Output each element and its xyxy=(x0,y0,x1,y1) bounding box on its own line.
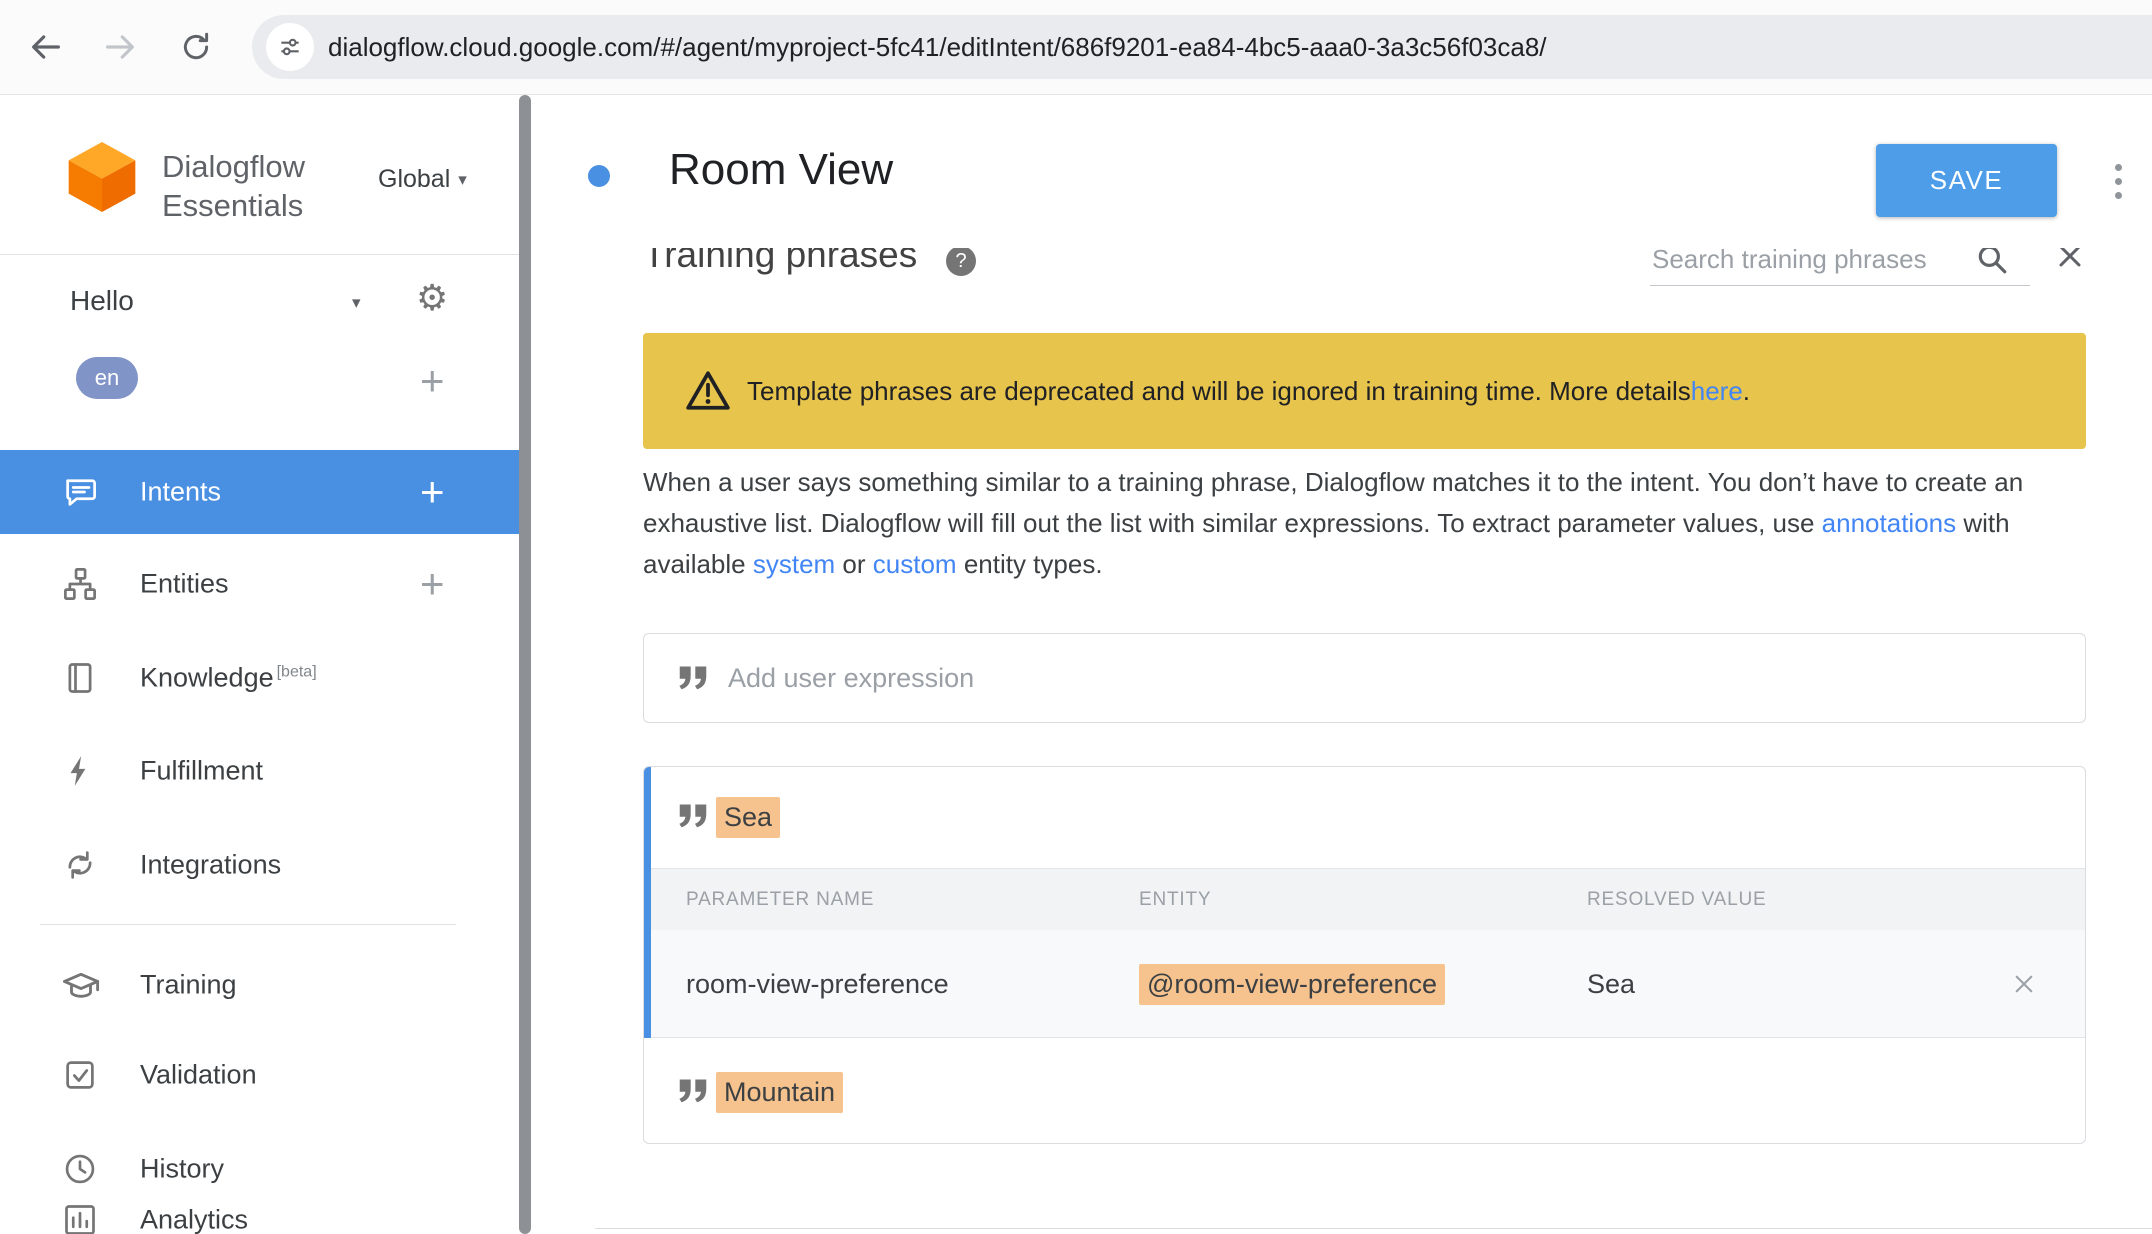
analytics-chart-icon xyxy=(62,1202,98,1234)
region-selector[interactable]: Global ▾ xyxy=(378,165,467,194)
quote-icon xyxy=(678,803,708,834)
browser-forward-button[interactable] xyxy=(98,25,142,69)
main-content: Room View SAVE Training phrases ? Templa… xyxy=(531,95,2152,1234)
parameter-table-header: PARAMETER NAME ENTITY RESOLVED VALUE xyxy=(644,868,2085,930)
language-badge[interactable]: en xyxy=(76,357,138,399)
region-label: Global xyxy=(378,165,450,194)
sidebar-divider-middle xyxy=(40,924,456,925)
sidebar-item-fulfillment[interactable]: Fulfillment xyxy=(0,729,519,813)
sidebar-item-entities[interactable]: Entities + xyxy=(0,542,519,626)
intents-chat-icon xyxy=(62,474,98,510)
agent-settings-gear-icon[interactable]: ⚙ xyxy=(416,281,448,317)
phrase-text-annotated[interactable]: Mountain xyxy=(716,1072,843,1113)
warning-triangle-icon xyxy=(685,369,731,416)
training-phrases-list: Sea PARAMETER NAME ENTITY RESOLVED VALUE… xyxy=(643,766,2086,1144)
add-user-expression-input[interactable] xyxy=(728,634,2048,722)
sidebar-item-training[interactable]: Training xyxy=(0,943,519,1027)
intent-status-dot xyxy=(588,165,610,187)
system-link[interactable]: system xyxy=(753,549,835,579)
site-settings-icon xyxy=(277,34,303,60)
browser-refresh-button[interactable] xyxy=(174,25,218,69)
column-header: ENTITY xyxy=(1139,869,1211,931)
sidebar-item-label: Integrations xyxy=(140,850,281,881)
back-arrow-icon xyxy=(28,29,64,65)
sidebar-item-label: Fulfillment xyxy=(140,756,263,787)
quote-icon xyxy=(678,665,708,696)
brand-line2: Essentials xyxy=(162,186,305,225)
parameter-name-cell[interactable]: room-view-preference xyxy=(686,930,949,1038)
brand-name: Dialogflow Essentials xyxy=(162,147,305,225)
brand-line1: Dialogflow xyxy=(162,147,305,186)
url-text: dialogflow.cloud.google.com/#/agent/mypr… xyxy=(328,15,1547,79)
column-header: PARAMETER NAME xyxy=(686,869,874,931)
browser-toolbar: dialogflow.cloud.google.com/#/agent/mypr… xyxy=(0,0,2152,95)
sidebar-item-label: Knowledge[beta] xyxy=(140,663,317,694)
browser-back-button[interactable] xyxy=(24,25,68,69)
chevron-down-icon: ▾ xyxy=(458,170,467,190)
fulfillment-bolt-icon xyxy=(62,754,96,788)
forward-arrow-icon xyxy=(102,29,138,65)
app-frame: Dialogflow Essentials Global ▾ Hello ▾ ⚙… xyxy=(0,95,2152,1234)
custom-link[interactable]: custom xyxy=(873,549,957,579)
validation-checkbox-icon xyxy=(62,1057,98,1093)
quote-icon xyxy=(678,1078,708,1109)
training-description: When a user says something similar to a … xyxy=(643,462,2053,585)
resolved-value-cell[interactable]: Sea xyxy=(1587,930,1635,1038)
annotations-link[interactable]: annotations xyxy=(1822,508,1956,538)
intent-header: Room View SAVE xyxy=(531,95,2152,248)
delete-parameter-icon[interactable] xyxy=(2011,971,2037,1002)
parameter-table-row: room-view-preference @room-view-preferen… xyxy=(644,930,2085,1038)
add-intent-button[interactable]: + xyxy=(420,472,445,512)
sidebar-item-validation[interactable]: Validation xyxy=(0,1033,519,1117)
add-language-button[interactable]: + xyxy=(420,361,445,401)
info-icon[interactable]: ? xyxy=(946,246,976,276)
sidebar-item-label: Intents xyxy=(140,477,221,508)
sidebar-item-label: Training xyxy=(140,970,237,1001)
add-entity-button[interactable]: + xyxy=(420,564,445,604)
sidebar-item-label: Analytics xyxy=(140,1205,248,1234)
sidebar-divider-top xyxy=(0,254,519,255)
warning-link[interactable]: here xyxy=(1691,376,1743,407)
more-options-kebab-icon[interactable] xyxy=(2111,160,2126,203)
dialogflow-logo xyxy=(62,137,142,217)
agent-chevron-down-icon[interactable]: ▾ xyxy=(352,293,361,313)
integrations-sync-icon xyxy=(62,847,98,883)
training-graduation-cap-icon xyxy=(62,966,100,1004)
sidebar-item-analytics[interactable]: Analytics xyxy=(0,1178,519,1234)
address-bar[interactable]: dialogflow.cloud.google.com/#/agent/mypr… xyxy=(252,15,2152,79)
warning-text: Template phrases are deprecated and will… xyxy=(747,333,1750,449)
dialogflow-console: dialogflow.cloud.google.com/#/agent/mypr… xyxy=(0,0,2152,1234)
sidebar-item-knowledge[interactable]: Knowledge[beta] xyxy=(0,636,519,720)
agent-selector[interactable]: Hello xyxy=(70,285,134,317)
training-phrase-row[interactable]: Mountain xyxy=(644,1038,2085,1144)
entity-cell[interactable]: @room-view-preference xyxy=(1139,930,1445,1038)
sidebar-item-intents[interactable]: Intents + xyxy=(0,450,519,534)
phrase-text-annotated[interactable]: Sea xyxy=(716,797,780,838)
refresh-icon xyxy=(179,30,213,64)
sidebar-item-integrations[interactable]: Integrations xyxy=(0,823,519,907)
sidebar-scrollbar[interactable] xyxy=(519,95,531,1234)
beta-badge: [beta] xyxy=(277,664,317,681)
knowledge-book-icon xyxy=(62,660,98,696)
save-button[interactable]: SAVE xyxy=(1876,144,2057,217)
sidebar: Dialogflow Essentials Global ▾ Hello ▾ ⚙… xyxy=(0,95,519,1234)
sidebar-item-label: Validation xyxy=(140,1060,257,1091)
column-header: RESOLVED VALUE xyxy=(1587,869,1766,931)
add-expression-box xyxy=(643,633,2086,723)
training-phrase-row[interactable]: Sea xyxy=(644,767,2085,868)
section-divider xyxy=(595,1228,2152,1229)
sidebar-item-label: Entities xyxy=(140,569,229,600)
site-info-button[interactable] xyxy=(266,23,314,71)
page-title: Room View xyxy=(669,145,893,195)
entities-hierarchy-icon xyxy=(62,566,98,602)
deprecation-warning-banner: Template phrases are deprecated and will… xyxy=(643,333,2086,449)
selected-phrase-indicator xyxy=(644,767,651,1038)
